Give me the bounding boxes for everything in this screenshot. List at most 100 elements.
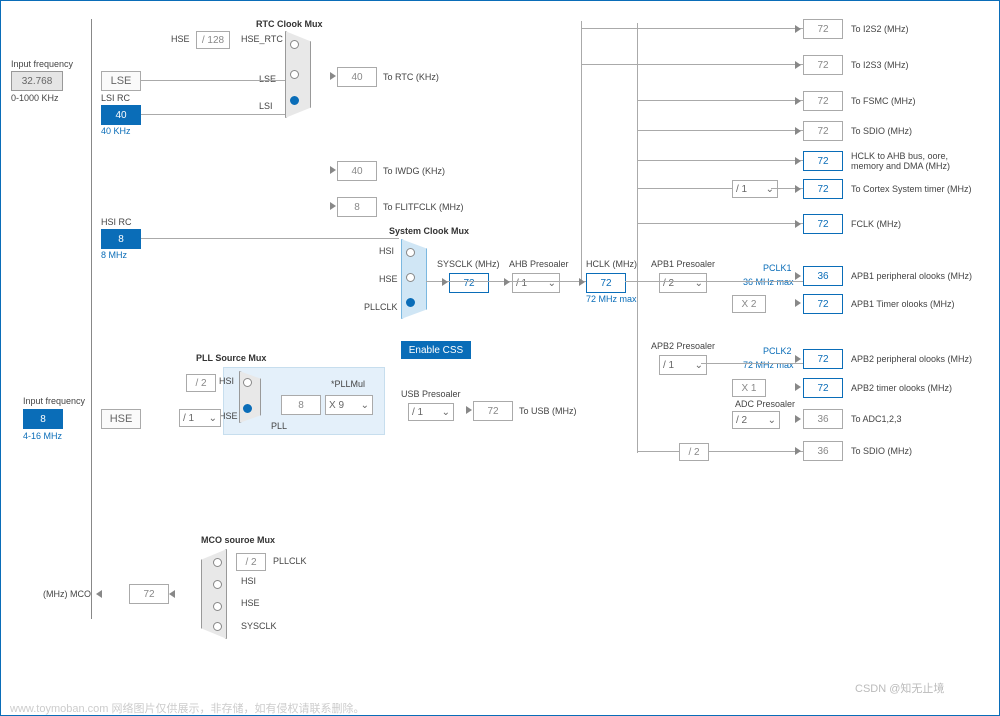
sdio2-label: To SDIO (MHz) (851, 446, 912, 456)
i2s2-label: To I2S2 (MHz) (851, 24, 909, 34)
cortex-div[interactable]: / 1 (732, 180, 778, 198)
usb-value: 72 (473, 401, 513, 421)
pclk1-sub: 36 MHz max (743, 277, 794, 287)
rtc-div128: / 128 (196, 31, 230, 49)
adc-out-label: To ADC1,2,3 (851, 414, 902, 424)
mco-div2: / 2 (236, 553, 266, 571)
pll-title: PLL Source Mux (196, 353, 266, 363)
pll-label: PLL (271, 421, 287, 431)
iwdg-value: 40 (337, 161, 377, 181)
sdio2-div: / 2 (679, 443, 709, 461)
pll-hse: HSE (219, 411, 238, 421)
apb1-periph-label: APB1 peripheral olooks (MHz) (851, 271, 972, 281)
cortex-value: 72 (803, 179, 843, 199)
enable-css-btn[interactable]: Enable CSS (401, 341, 471, 359)
rtc-lsi-label: LSI (259, 101, 273, 111)
rtc-mux-title: RTC Clook Mux (256, 19, 323, 29)
clock-diagram: Input frequency 32.768 0-1000 KHz LSE LS… (0, 0, 1000, 716)
usb-label: USB Presoaler (401, 389, 461, 399)
adc-label: ADC Presoaler (735, 399, 795, 409)
i2s2-value: 72 (803, 19, 843, 39)
apb1-timer-value: 72 (803, 294, 843, 314)
hclk-sub: 72 MHz max (586, 294, 637, 304)
apb2-x1: X 1 (732, 379, 766, 397)
flitf-value: 8 (337, 197, 377, 217)
cortex-label: To Cortex System timer (MHz) (851, 184, 972, 194)
pclk2-sub: 72 MHz max (743, 360, 794, 370)
adc-div[interactable]: / 2 (732, 411, 780, 429)
apb1-div[interactable]: / 2 (659, 273, 707, 293)
sysmux-hsi: HSI (379, 246, 394, 256)
usb-div[interactable]: / 1 (408, 403, 454, 421)
credit: CSDN @知无止境 (855, 680, 944, 696)
mco-label: (MHz) MCO (43, 589, 91, 599)
sysmux-pllclk: PLLCLK (364, 302, 398, 312)
ahb-label: AHB Presoaler (509, 259, 569, 269)
mco-mux[interactable] (201, 549, 227, 639)
pll-div2: / 2 (186, 374, 216, 392)
sysclk-label: SYSCLK (MHz) (437, 259, 500, 269)
rtc-lse-label: LSE (259, 74, 276, 84)
mco-value: 72 (129, 584, 169, 604)
hsi-rc-label: HSI RC (101, 217, 132, 227)
hclk-value: 72 (586, 273, 626, 293)
lsi-value[interactable]: 40 (101, 105, 141, 125)
pll-div1[interactable]: / 1 (179, 409, 221, 427)
pclk1-label: PCLK1 (763, 263, 792, 273)
hclk-label: HCLK (MHz) (586, 259, 637, 269)
mco-hsi: HSI (241, 576, 256, 586)
pclk2-label: PCLK2 (763, 346, 792, 356)
hsi-unit: 8 MHz (101, 250, 127, 260)
mco-title: MCO souroe Mux (201, 535, 275, 545)
mco-pllclk: PLLCLK (273, 556, 307, 566)
pll-mul[interactable]: X 9 (325, 395, 373, 415)
apb1-x2: X 2 (732, 295, 766, 313)
input-freq1-value[interactable]: 32.768 (11, 71, 63, 91)
fsmc-label: To FSMC (MHz) (851, 96, 916, 106)
hse-source[interactable]: HSE (101, 409, 141, 429)
hclk-ahb-value: 72 (803, 151, 843, 171)
rtc-mux[interactable] (285, 31, 311, 118)
fsmc-value: 72 (803, 91, 843, 111)
lse-source[interactable]: LSE (101, 71, 141, 91)
input-freq2-label: Input frequency (23, 396, 85, 406)
sys-mux[interactable] (401, 239, 427, 319)
i2s3-label: To I2S3 (MHz) (851, 60, 909, 70)
apb2-div[interactable]: / 1 (659, 355, 707, 375)
rtc-hse-rtc: HSE_RTC (241, 34, 283, 44)
apb2-periph-value: 72 (803, 349, 843, 369)
iwdg-label: To IWDG (KHz) (383, 166, 445, 176)
main-bus (91, 19, 92, 619)
apb2-timer-value: 72 (803, 378, 843, 398)
usb-to-label: To USB (MHz) (519, 406, 577, 416)
pll-in-value: 8 (281, 395, 321, 415)
sdio2-value: 36 (803, 441, 843, 461)
input-freq2-range: 4-16 MHz (23, 431, 62, 441)
watermark: www.toymoban.com 网络图片仅供展示，非存储，如有侵权请联系删除。 (10, 700, 364, 716)
mco-hse: HSE (241, 598, 260, 608)
apb1-title: APB1 Presoaler (651, 259, 715, 269)
rtc-out-label: To RTC (KHz) (383, 72, 439, 82)
mco-sysclk: SYSCLK (241, 621, 277, 631)
adc-value: 36 (803, 409, 843, 429)
input-freq2-value[interactable]: 8 (23, 409, 63, 429)
apb2-timer-label: APB2 timer olooks (MHz) (851, 383, 952, 393)
sysmux-title: System Clook Mux (389, 226, 469, 236)
apb1-timer-label: APB1 Timer olooks (MHz) (851, 299, 955, 309)
lsi-rc-label: LSI RC (101, 93, 130, 103)
i2s3-value: 72 (803, 55, 843, 75)
sdio-value: 72 (803, 121, 843, 141)
lsi-unit: 40 KHz (101, 126, 131, 136)
input-freq1-range: 0-1000 KHz (11, 93, 59, 103)
sdio-label: To SDIO (MHz) (851, 126, 912, 136)
apb2-title: APB2 Presoaler (651, 341, 715, 351)
fclk-value: 72 (803, 214, 843, 234)
pll-hsi: HSI (219, 376, 234, 386)
input-freq1-label: Input frequency (11, 59, 73, 69)
sysclk-value[interactable]: 72 (449, 273, 489, 293)
pll-mux[interactable] (239, 371, 261, 423)
apb2-periph-label: APB2 peripheral olooks (MHz) (851, 354, 972, 364)
flitf-label: To FLITFCLK (MHz) (383, 202, 464, 212)
hsi-value[interactable]: 8 (101, 229, 141, 249)
ahb-div[interactable]: / 1 (512, 273, 560, 293)
